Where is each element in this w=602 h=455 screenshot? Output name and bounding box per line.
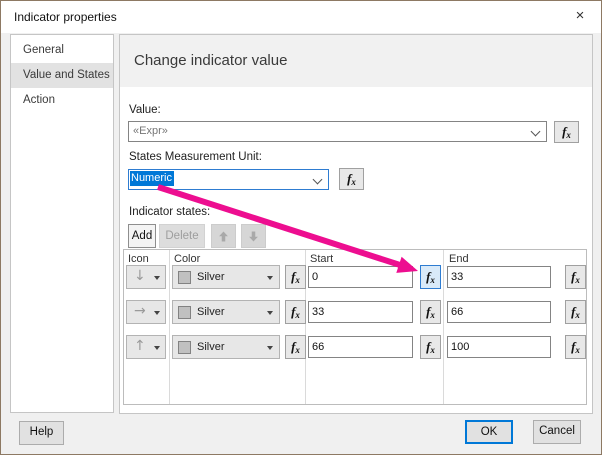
end-fx-button[interactable]: fx	[565, 335, 586, 359]
end-value-input[interactable]: 66	[447, 301, 551, 323]
start-value-input[interactable]: 66	[308, 336, 413, 358]
move-up-button[interactable]	[211, 224, 236, 248]
fx-icon-sub: x	[351, 177, 356, 187]
up-arrow-icon	[219, 231, 228, 242]
cancel-button[interactable]: Cancel	[533, 420, 581, 444]
unit-expression-fx-button[interactable]: fx	[339, 168, 364, 190]
icon-dropdown[interactable]: →	[126, 300, 166, 324]
color-name: Silver	[197, 306, 225, 318]
down-arrow-icon	[249, 231, 258, 242]
fx-icon-sub: x	[430, 275, 435, 285]
chevron-down-icon	[312, 174, 323, 185]
dialog-title: Indicator properties	[14, 10, 117, 24]
table-row: → Silver fx 33 fx 66 fx	[124, 300, 586, 324]
color-dropdown[interactable]: Silver	[172, 335, 280, 359]
sidebar-item-general[interactable]: General	[11, 38, 113, 63]
delete-button[interactable]: Delete	[159, 224, 205, 248]
fx-icon-sub: x	[295, 275, 300, 285]
table-row: ↓ Silver fx 0 fx 33 fx	[124, 265, 586, 289]
value-expression-fx-button[interactable]: fx	[554, 121, 579, 143]
column-header-icon: Icon	[128, 253, 149, 265]
sidebar-item-value-and-states[interactable]: Value and States	[11, 63, 113, 88]
end-fx-button[interactable]: fx	[565, 265, 586, 289]
caret-down-icon	[154, 276, 160, 280]
start-fx-button[interactable]: fx	[420, 335, 441, 359]
column-header-start: Start	[310, 253, 334, 265]
value-dropdown[interactable]: «Expr»	[128, 121, 547, 142]
indicator-properties-dialog: Indicator properties × General Value and…	[0, 0, 602, 455]
color-fx-button[interactable]: fx	[285, 265, 306, 289]
color-dropdown[interactable]: Silver	[172, 265, 280, 289]
help-button[interactable]: Help	[19, 421, 64, 445]
fx-icon-sub: x	[575, 275, 580, 285]
table-row: ↑ Silver fx 66 fx 100 fx	[124, 335, 586, 359]
close-icon[interactable]: ×	[571, 7, 589, 25]
indicator-states-table: Icon Color Start End ↓ Silver fx 0 fx 33…	[123, 249, 587, 405]
color-swatch	[178, 271, 191, 284]
fx-icon-sub: x	[430, 310, 435, 320]
caret-down-icon	[154, 311, 160, 315]
icon-dropdown[interactable]: ↓	[126, 265, 166, 289]
value-dropdown-value: «Expr»	[133, 125, 168, 137]
start-fx-button[interactable]: fx	[420, 300, 441, 324]
fx-icon-sub: x	[575, 310, 580, 320]
color-dropdown[interactable]: Silver	[172, 300, 280, 324]
start-fx-button-highlighted[interactable]: fx	[420, 265, 441, 289]
fx-icon-sub: x	[566, 130, 571, 140]
indicator-states-label: Indicator states:	[129, 206, 211, 218]
fx-icon-sub: x	[295, 310, 300, 320]
down-arrow-icon: ↓	[134, 268, 146, 284]
color-swatch	[178, 306, 191, 319]
add-button[interactable]: Add	[128, 224, 156, 248]
chevron-down-icon	[530, 126, 541, 137]
caret-down-icon	[267, 346, 273, 350]
unit-dropdown-value: Numeric	[130, 171, 174, 186]
end-value-input[interactable]: 100	[447, 336, 551, 358]
up-arrow-icon: ↑	[134, 338, 146, 354]
caret-down-icon	[154, 346, 160, 350]
fx-icon-sub: x	[430, 345, 435, 355]
end-value-input[interactable]: 33	[447, 266, 551, 288]
column-header-color: Color	[174, 253, 201, 265]
unit-label: States Measurement Unit:	[129, 151, 262, 163]
caret-down-icon	[267, 276, 273, 280]
page-title: Change indicator value	[134, 52, 288, 69]
sidebar: General Value and States Action	[10, 34, 114, 413]
value-label: Value:	[129, 104, 161, 116]
column-header-end: End	[449, 253, 469, 265]
caret-down-icon	[267, 311, 273, 315]
main-panel: Change indicator value Value: «Expr» fx …	[119, 34, 593, 414]
fx-icon-sub: x	[575, 345, 580, 355]
sidebar-item-action[interactable]: Action	[11, 88, 113, 113]
color-name: Silver	[197, 341, 225, 353]
unit-dropdown[interactable]: Numeric	[128, 169, 329, 190]
start-value-input[interactable]: 0	[308, 266, 413, 288]
color-fx-button[interactable]: fx	[285, 300, 306, 324]
color-swatch	[178, 341, 191, 354]
move-down-button[interactable]	[241, 224, 266, 248]
icon-dropdown[interactable]: ↑	[126, 335, 166, 359]
title-bar: Indicator properties ×	[1, 1, 601, 33]
end-fx-button[interactable]: fx	[565, 300, 586, 324]
fx-icon-sub: x	[295, 345, 300, 355]
start-value-input[interactable]: 33	[308, 301, 413, 323]
color-fx-button[interactable]: fx	[285, 335, 306, 359]
right-arrow-icon: →	[134, 303, 146, 319]
color-name: Silver	[197, 271, 225, 283]
ok-button[interactable]: OK	[465, 420, 513, 444]
